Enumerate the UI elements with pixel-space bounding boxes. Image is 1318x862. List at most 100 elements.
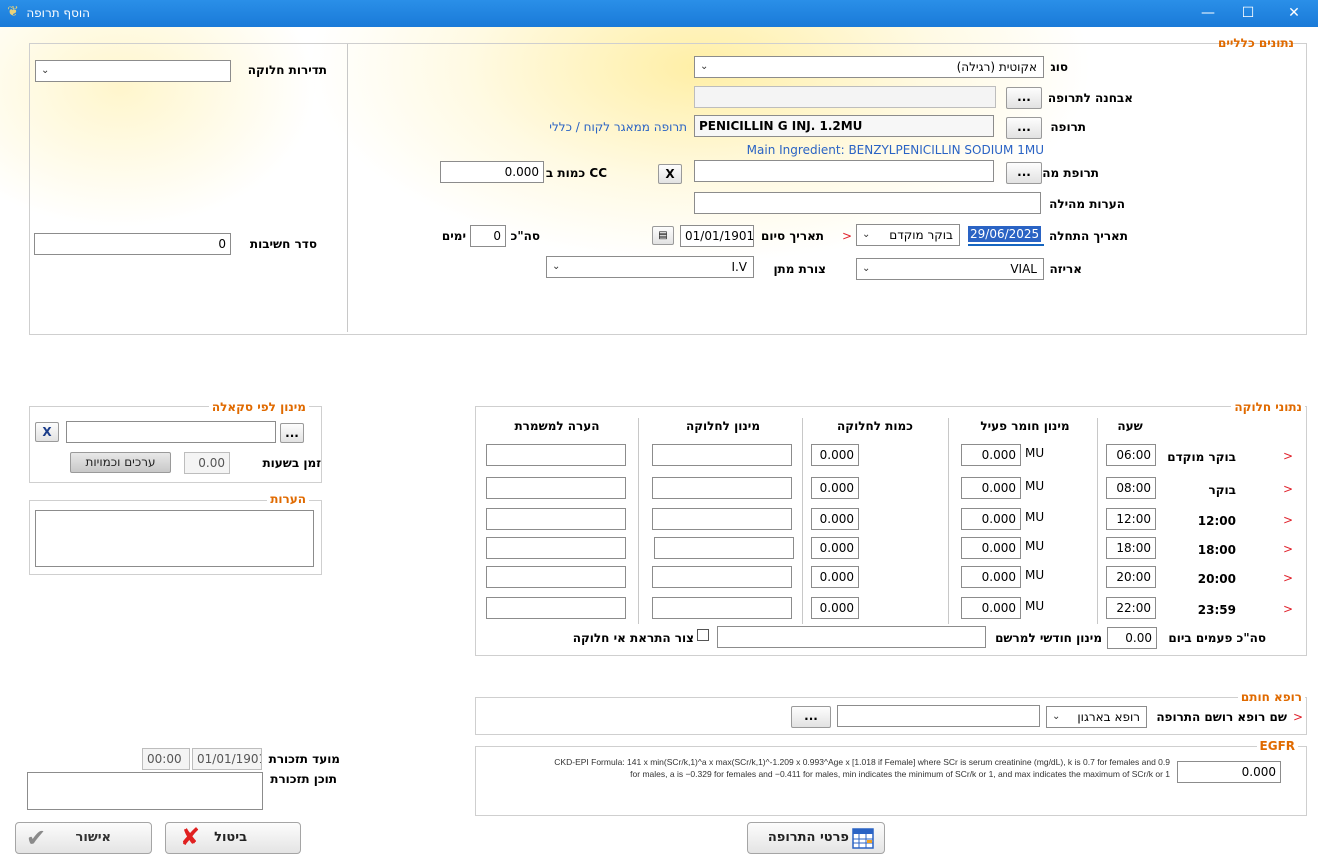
col-divider	[802, 418, 803, 624]
admin-drug-browse-button[interactable]: ...	[1006, 162, 1042, 184]
dose-field[interactable]	[652, 508, 792, 530]
time-field[interactable]: 08:00	[1106, 477, 1156, 499]
quantity-field[interactable]: 0.000	[811, 477, 859, 499]
active-dose-field[interactable]: 0.000	[961, 537, 1021, 559]
route-select[interactable]: ⌄ I.V	[546, 256, 754, 278]
egfr-formula-line: CKD-EPI Formula: 141 x min(SCr/k,1)^a x …	[554, 757, 1170, 767]
row-name-label: 18:00	[1197, 543, 1236, 557]
admin-notes-field[interactable]	[694, 192, 1041, 214]
drug-details-button[interactable]: פרטי התרופה	[747, 822, 885, 854]
quantity-field[interactable]: 0.000	[811, 537, 859, 559]
app-logo-icon: ❦	[7, 4, 19, 20]
active-dose-field[interactable]: 0.000	[961, 444, 1021, 466]
minimize-button[interactable]: —	[1188, 0, 1228, 27]
drug-browse-button[interactable]: ...	[1006, 117, 1042, 139]
times-per-day-label: סה"כ פעמים ביום	[1168, 631, 1266, 645]
admin-drug-field[interactable]	[694, 160, 994, 182]
close-window-button[interactable]: ✕	[1274, 0, 1314, 27]
times-per-day-field[interactable]: 0.00	[1107, 627, 1157, 649]
col-header-quantity: כמות לחלוקה	[837, 419, 913, 433]
dose-field[interactable]	[652, 597, 792, 619]
reminder-content-field[interactable]	[27, 772, 263, 810]
shift-note-field[interactable]	[486, 508, 626, 530]
chevron-down-icon: ⌄	[552, 261, 561, 272]
quantity-field[interactable]: 0.000	[811, 508, 859, 530]
time-field[interactable]: 22:00	[1106, 597, 1156, 619]
priority-field[interactable]: 0	[34, 233, 231, 255]
shift-note-field[interactable]	[486, 597, 626, 619]
notes-textarea[interactable]	[35, 510, 314, 567]
col-divider	[1097, 418, 1098, 624]
cancel-button[interactable]: ביטול ✘	[165, 822, 301, 854]
time-field[interactable]: 20:00	[1106, 566, 1156, 588]
clear-admin-drug-button[interactable]: X	[658, 164, 682, 184]
amount-cc-label: כמות ב CC	[545, 166, 607, 180]
ok-button[interactable]: אישור ✔	[15, 822, 152, 854]
priority-label: סדר חשיבות	[249, 237, 317, 251]
monthly-dose-field[interactable]	[717, 626, 986, 648]
drug-source-link[interactable]: תרופה ממאגר לקוח / כללי	[549, 120, 687, 134]
drug-field[interactable]: PENICILLIN G INJ. 1.2MU	[694, 115, 994, 137]
values-quantities-button[interactable]: ערכים וכמויות	[70, 452, 171, 473]
dose-field[interactable]	[654, 537, 794, 559]
time-field[interactable]: 18:00	[1106, 537, 1156, 559]
reminder-date-field[interactable]: 01/01/1901	[192, 748, 262, 770]
window-title: הוסף תרופה	[26, 6, 90, 20]
end-date-field[interactable]: 01/01/1901	[680, 225, 754, 247]
general-divider	[347, 44, 348, 332]
dose-field[interactable]	[652, 477, 792, 499]
type-select[interactable]: ⌄ אקוטית (רגילה)	[694, 56, 1044, 78]
time-field[interactable]: 06:00	[1106, 444, 1156, 466]
diagnosis-field[interactable]	[694, 86, 996, 108]
doctor-browse-button[interactable]: ...	[791, 706, 831, 728]
start-time-select[interactable]: ⌄ בוקר מוקדם	[856, 224, 960, 246]
doctor-name-field[interactable]	[837, 705, 1040, 727]
active-dose-field[interactable]: 0.000	[961, 477, 1021, 499]
active-dose-field[interactable]: 0.000	[961, 597, 1021, 619]
unit-label: MU	[1025, 446, 1045, 460]
maximize-button[interactable]: ☐	[1228, 0, 1268, 27]
days-label: ימים	[441, 229, 466, 243]
shift-note-field[interactable]	[486, 477, 626, 499]
quantity-field[interactable]: 0.000	[811, 566, 859, 588]
frequency-label: תדירות חלוקה	[247, 63, 327, 77]
egfr-formula-line: for males, a is −0.329 for females and −…	[630, 769, 1170, 779]
start-date-field[interactable]: 29/06/2025	[968, 224, 1044, 246]
unit-label: MU	[1025, 568, 1045, 582]
scale-field[interactable]	[66, 421, 276, 443]
scale-browse-button[interactable]: ...	[280, 423, 304, 443]
quantity-field[interactable]: 0.000	[811, 597, 859, 619]
col-header-hour: שעה	[1117, 419, 1143, 433]
required-marker: >	[1283, 513, 1294, 527]
general-section-frame	[29, 43, 1307, 335]
egfr-field[interactable]: 0.000	[1177, 761, 1281, 783]
required-marker: >	[1283, 571, 1294, 585]
hours-field[interactable]: 0.00	[184, 452, 230, 474]
shift-note-field[interactable]	[486, 444, 626, 466]
active-dose-field[interactable]: 0.000	[961, 508, 1021, 530]
calendar-icon[interactable]: ▤	[652, 226, 674, 245]
start-date-label: תאריך התחלה	[1049, 229, 1128, 243]
required-marker: >	[1293, 710, 1304, 724]
amount-cc-field[interactable]: 0.000	[440, 161, 544, 183]
clear-scale-button[interactable]: X	[35, 422, 59, 442]
ok-button-label: אישור	[75, 830, 111, 845]
title-bar: ❦ הוסף תרופה — ☐ ✕	[0, 0, 1318, 27]
shift-note-field[interactable]	[486, 566, 626, 588]
reminder-time-field[interactable]: 00:00	[142, 748, 190, 770]
egfr-formula-text: CKD-EPI Formula: 141 x min(SCr/k,1)^a x …	[480, 756, 1170, 780]
shift-note-field[interactable]	[486, 537, 626, 559]
diagnosis-browse-button[interactable]: ...	[1006, 87, 1042, 109]
dose-field[interactable]	[652, 444, 792, 466]
active-dose-field[interactable]: 0.000	[961, 566, 1021, 588]
total-days-field[interactable]: 0	[470, 225, 506, 247]
quantity-field[interactable]: 0.000	[811, 444, 859, 466]
doctor-type-select[interactable]: ⌄ רופא בארגון	[1046, 706, 1147, 728]
package-select[interactable]: ⌄ VIAL	[856, 258, 1044, 280]
unit-label: MU	[1025, 479, 1045, 493]
dose-field[interactable]	[652, 566, 792, 588]
monthly-dose-label: מינון חודשי למרשם	[995, 631, 1102, 645]
time-field[interactable]: 12:00	[1106, 508, 1156, 530]
no-dist-alert-checkbox[interactable]	[697, 629, 709, 641]
frequency-select[interactable]: ⌄	[35, 60, 231, 82]
